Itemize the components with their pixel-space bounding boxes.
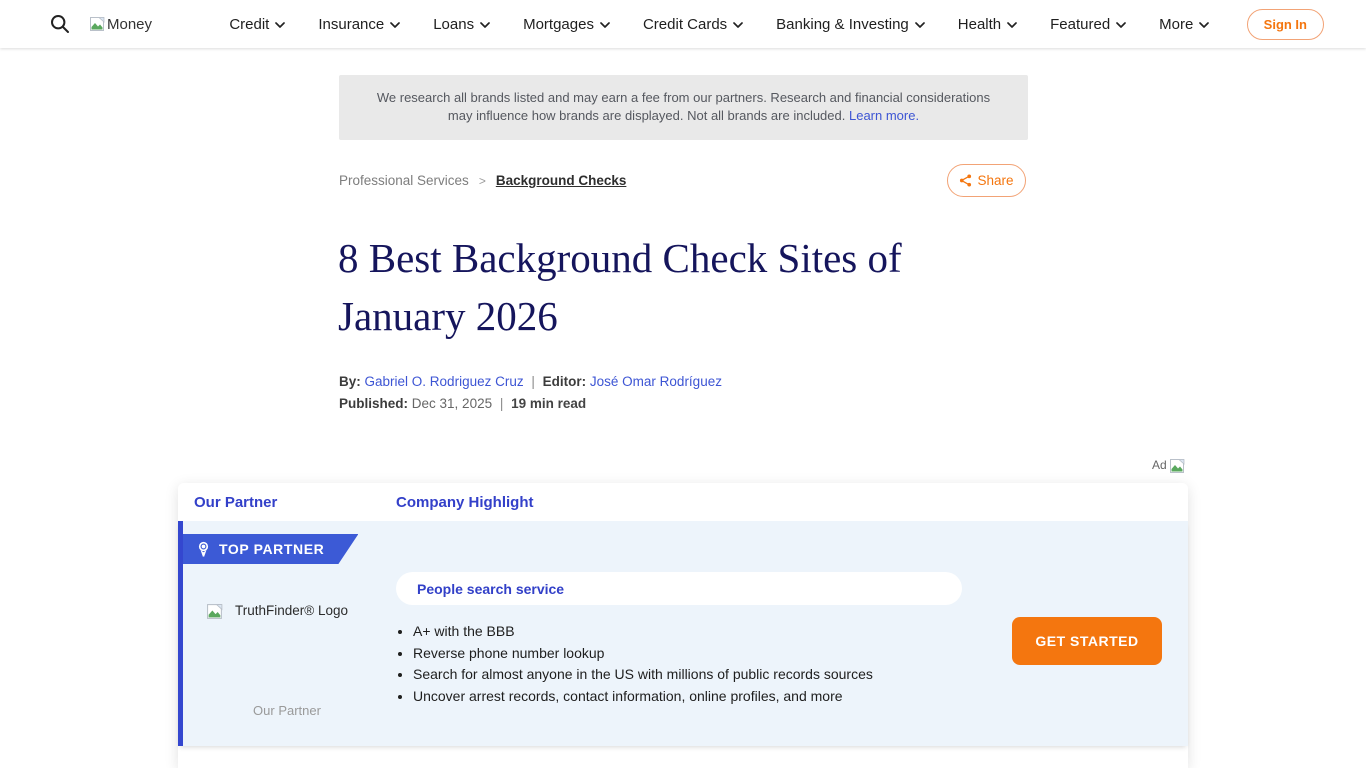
learn-more-link[interactable]: Learn more.: [849, 108, 919, 123]
breadcrumb-parent-link[interactable]: Professional Services: [339, 173, 469, 188]
by-label: By:: [339, 374, 361, 389]
ad-marker: Ad: [1152, 458, 1185, 474]
top-nav-bar: Money Credit Insurance Loans Mortgages C…: [0, 0, 1366, 48]
main-nav: Credit Insurance Loans Mortgages Credit …: [212, 16, 1227, 33]
nav-item-more[interactable]: More: [1159, 16, 1209, 33]
chevron-down-icon: [390, 22, 400, 28]
top-partner-row: TOP PARTNER TruthFinder® Logo Our Partne…: [178, 521, 1188, 746]
highlight-bullet: A+ with the BBB: [413, 621, 933, 643]
broken-image-icon: [1170, 458, 1185, 474]
partner-logo-alt-text: TruthFinder® Logo: [235, 603, 348, 618]
chevron-down-icon: [600, 22, 610, 28]
highlight-bullet: Uncover arrest records, contact informat…: [413, 686, 933, 708]
medal-icon: [197, 541, 210, 558]
broken-image-icon: [90, 16, 105, 32]
partner-logo[interactable]: TruthFinder® Logo: [207, 603, 348, 620]
column-header-company-highlight: Company Highlight: [396, 494, 534, 511]
chevron-down-icon: [1007, 22, 1017, 28]
highlight-bullet: Search for almost anyone in the US with …: [413, 664, 933, 686]
author-link[interactable]: Gabriel O. Rodriguez Cruz: [365, 374, 524, 389]
money-logo[interactable]: Money: [90, 16, 152, 33]
affiliate-disclaimer: We research all brands listed and may ea…: [339, 75, 1028, 140]
published-date: Dec 31, 2025: [412, 396, 492, 411]
page-title: 8 Best Background Check Sites of January…: [338, 229, 1030, 345]
chevron-down-icon: [480, 22, 490, 28]
highlight-bullet: Reverse phone number lookup: [413, 643, 933, 665]
chevron-down-icon: [275, 22, 285, 28]
breadcrumb-separator: >: [479, 174, 486, 188]
editor-link[interactable]: José Omar Rodríguez: [590, 374, 722, 389]
nav-item-banking-investing[interactable]: Banking & Investing: [776, 16, 925, 33]
nav-item-credit[interactable]: Credit: [229, 16, 285, 33]
search-icon[interactable]: [50, 13, 72, 35]
sign-in-button[interactable]: Sign In: [1247, 9, 1324, 40]
highlight-bullet-list: A+ with the BBB Reverse phone number loo…: [413, 621, 933, 707]
partner-comparison-table: Our Partner Company Highlight TOP PARTNE…: [178, 483, 1188, 768]
published-label: Published:: [339, 396, 408, 411]
table-header-row: Our Partner Company Highlight: [178, 483, 1188, 521]
ad-label: Ad: [1152, 458, 1167, 472]
byline: By: Gabriel O. Rodriguez Cruz | Editor: …: [339, 374, 722, 389]
chevron-down-icon: [1116, 22, 1126, 28]
breadcrumb-current-link[interactable]: Background Checks: [496, 173, 627, 188]
nav-item-featured[interactable]: Featured: [1050, 16, 1126, 33]
nav-item-loans[interactable]: Loans: [433, 16, 490, 33]
chevron-down-icon: [915, 22, 925, 28]
nav-item-health[interactable]: Health: [958, 16, 1017, 33]
share-button[interactable]: Share: [947, 164, 1026, 197]
broken-image-icon: [207, 603, 223, 620]
next-partner-row-partial: [178, 746, 1188, 768]
published-separator: |: [500, 396, 504, 411]
nav-item-credit-cards[interactable]: Credit Cards: [643, 16, 743, 33]
share-icon: [959, 174, 972, 187]
chevron-down-icon: [1199, 22, 1209, 28]
top-partner-badge: TOP PARTNER: [183, 534, 358, 564]
share-label: Share: [977, 173, 1013, 188]
byline-separator: |: [531, 374, 535, 389]
nav-item-insurance[interactable]: Insurance: [318, 16, 400, 33]
breadcrumb: Professional Services > Background Check…: [339, 173, 626, 188]
top-partner-label: TOP PARTNER: [219, 541, 324, 557]
chevron-down-icon: [733, 22, 743, 28]
published-line: Published: Dec 31, 2025 | 19 min read: [339, 396, 586, 411]
get-started-button[interactable]: GET STARTED: [1012, 617, 1162, 665]
read-time: 19 min read: [511, 396, 586, 411]
column-header-our-partner: Our Partner: [194, 494, 396, 511]
editor-label: Editor:: [543, 374, 587, 389]
nav-item-mortgages[interactable]: Mortgages: [523, 16, 610, 33]
service-category-label: People search service: [417, 581, 564, 597]
service-category-pill: People search service: [396, 572, 962, 605]
partner-caption: Our Partner: [207, 703, 367, 718]
logo-text: Money: [107, 16, 152, 33]
